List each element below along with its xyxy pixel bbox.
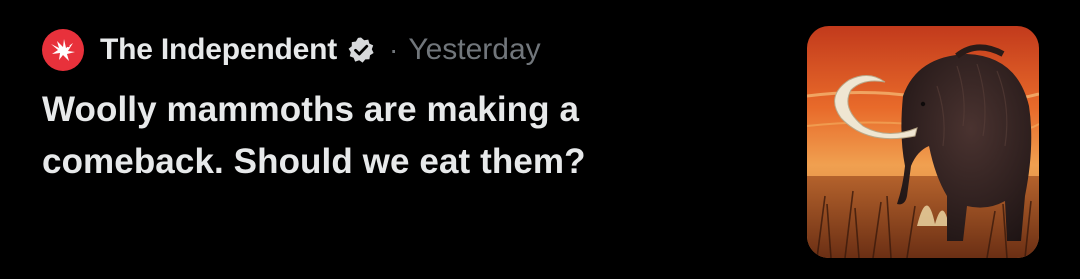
separator-dot: · [389, 34, 399, 65]
timestamp: Yesterday [408, 33, 541, 66]
article-thumbnail[interactable] [807, 26, 1039, 258]
card-header: The Independent · Yesterday [42, 28, 541, 72]
mammoth-illustration [807, 26, 1039, 258]
verified-badge-icon [345, 34, 377, 66]
source-name[interactable]: The Independent [100, 33, 337, 67]
source-avatar[interactable] [42, 29, 84, 71]
news-card[interactable]: The Independent · Yesterday Woolly mammo… [0, 0, 1080, 279]
eagle-logo-icon [51, 39, 75, 61]
headline[interactable]: Woolly mammoths are making a comeback. S… [42, 84, 742, 188]
